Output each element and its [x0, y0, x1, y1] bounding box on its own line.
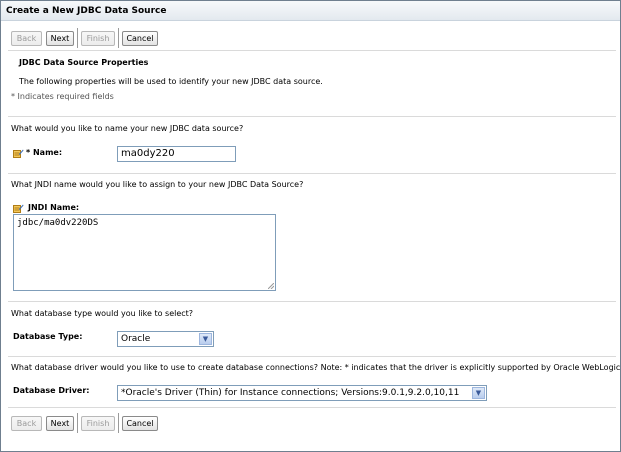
edit-field-icon [13, 149, 24, 158]
chevron-down-icon[interactable]: ▼ [199, 333, 212, 345]
toolbar-separator [118, 413, 119, 433]
resize-handle-icon[interactable] [268, 283, 274, 289]
toolbar-separator [77, 28, 78, 48]
required-note: * Indicates required fields [11, 92, 114, 101]
back-button[interactable]: Back [11, 31, 42, 46]
divider [8, 116, 616, 117]
chevron-down-icon[interactable]: ▼ [472, 387, 485, 399]
divider [8, 50, 616, 51]
next-button-bottom[interactable]: Next [46, 416, 74, 431]
db-driver-select[interactable]: *Oracle's Driver (Thin) for Instance con… [117, 385, 487, 401]
jndi-label: JNDI Name: [28, 203, 80, 212]
back-button-bottom[interactable]: Back [11, 416, 42, 431]
jndi-value: jdbc/ma0dv220DS [17, 218, 99, 228]
divider [8, 173, 616, 174]
jndi-question: What JNDI name would you like to assign … [11, 180, 304, 189]
finish-button[interactable]: Finish [81, 31, 115, 46]
dialog-title: Create a New JDBC Data Source [1, 1, 620, 21]
edit-field-icon [13, 204, 24, 213]
divider [8, 301, 616, 302]
divider [8, 356, 616, 357]
db-driver-value: *Oracle's Driver (Thin) for Instance con… [121, 388, 460, 398]
db-type-select[interactable]: Oracle ▼ [117, 331, 214, 347]
section-description: The following properties will be used to… [19, 77, 323, 86]
db-type-question: What database type would you like to sel… [11, 309, 194, 318]
name-label: * Name: [26, 148, 63, 157]
divider [8, 407, 616, 408]
db-driver-question: What database driver would you like to u… [11, 363, 621, 372]
cancel-button[interactable]: Cancel [122, 31, 158, 46]
section-title: JDBC Data Source Properties [19, 58, 149, 67]
toolbar-separator [118, 28, 119, 48]
next-button[interactable]: Next [46, 31, 74, 46]
name-input[interactable]: ma0dy220 [117, 146, 236, 162]
db-type-value: Oracle [121, 334, 151, 344]
toolbar-separator [77, 413, 78, 433]
name-question: What would you like to name your new JDB… [11, 124, 244, 133]
finish-button-bottom[interactable]: Finish [81, 416, 115, 431]
db-driver-label: Database Driver: [13, 386, 90, 395]
jndi-textarea[interactable]: jdbc/ma0dv220DS [13, 214, 276, 291]
dialog: Create a New JDBC Data Source Back Next … [0, 0, 621, 452]
db-type-label: Database Type: [13, 332, 83, 341]
cancel-button-bottom[interactable]: Cancel [122, 416, 158, 431]
